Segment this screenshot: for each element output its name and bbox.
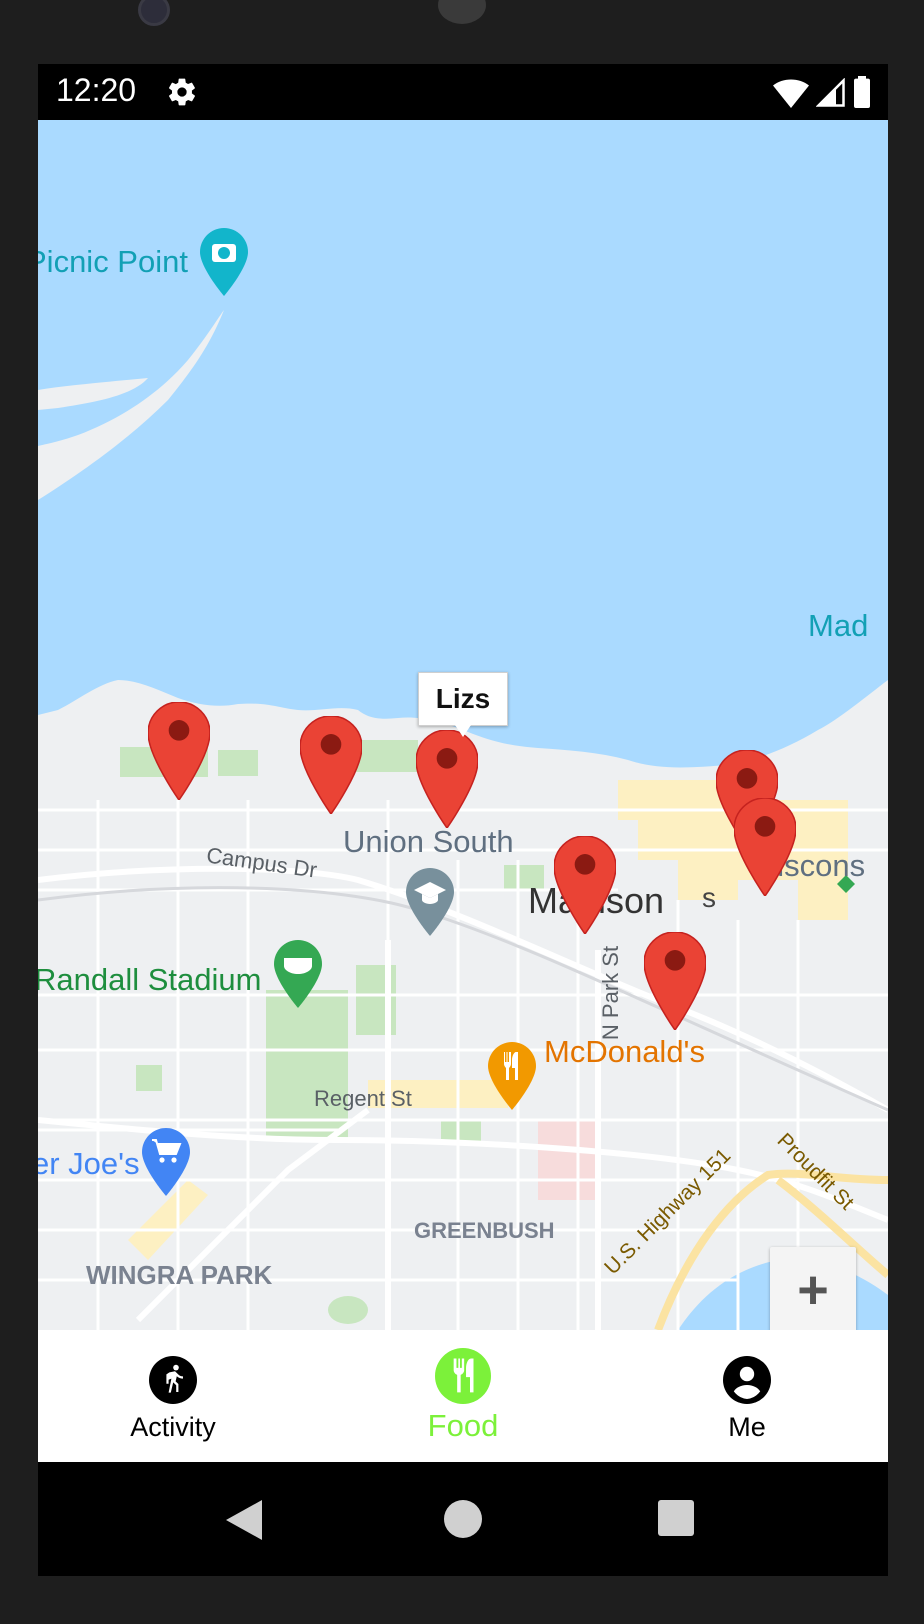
zoom-in-button[interactable]: +: [770, 1247, 856, 1333]
recents-icon[interactable]: [658, 1500, 694, 1536]
map-label-joes: er Joe's: [38, 1146, 140, 1181]
settings-gear-icon: [169, 78, 195, 106]
shopping-cart-poi-icon[interactable]: [142, 1128, 190, 1196]
map-marker[interactable]: [734, 798, 796, 896]
map-marker[interactable]: [554, 836, 616, 934]
lake-mendota: [38, 120, 888, 768]
map-label-mad: Mad: [808, 608, 869, 643]
map-label-madison-suffix: s: [702, 882, 716, 913]
nav-item-activity[interactable]: Activity: [73, 1330, 273, 1462]
map-view[interactable]: Picnic Point Mad Union South Campus Dr M…: [38, 120, 888, 1330]
map-marker[interactable]: [148, 702, 210, 800]
running-icon: [149, 1356, 197, 1404]
phone-bezel: 12:20 Picnic Point Mad Union South Campu…: [0, 0, 924, 1624]
phone-screen: 12:20 Picnic Point Mad Union South Campu…: [38, 64, 888, 1576]
map-label-mcdonalds: McDonald's: [544, 1034, 705, 1069]
front-camera: [138, 0, 170, 26]
map-label-n-park-st: N Park St: [598, 945, 624, 1041]
back-icon[interactable]: [226, 1500, 262, 1540]
map-label-regent-st: Regent St: [314, 1086, 412, 1111]
status-bar: 12:20: [38, 64, 888, 120]
selected-map-marker[interactable]: [416, 730, 478, 828]
marker-title: Lizs: [435, 683, 491, 714]
marker-info-window[interactable]: Lizs: [418, 672, 508, 737]
bottom-navigation: Activity Food Me: [38, 1330, 888, 1462]
map-label-picnic-point: Picnic Point: [38, 244, 188, 279]
restaurant-poi-icon[interactable]: [488, 1042, 536, 1110]
camera-poi-icon[interactable]: [200, 228, 248, 296]
status-time: 12:20: [56, 72, 137, 108]
account-circle-icon: [723, 1356, 771, 1404]
zoom-in-label: +: [797, 1260, 829, 1320]
map-marker[interactable]: [300, 716, 362, 814]
nav-label-food: Food: [427, 1408, 499, 1443]
home-icon[interactable]: [444, 1500, 482, 1538]
map-label-wingra-park: WINGRA PARK: [86, 1260, 273, 1290]
earpiece-speaker: [438, 0, 486, 24]
nav-item-me[interactable]: Me: [647, 1330, 847, 1462]
nav-label-me: Me: [728, 1412, 766, 1442]
battery-icon: [854, 76, 870, 108]
map-label-union-south: Union South: [343, 824, 514, 859]
nav-item-food[interactable]: Food: [363, 1330, 563, 1462]
status-icons: [772, 76, 872, 108]
system-navigation-bar: [38, 1462, 888, 1576]
graduation-cap-poi-icon[interactable]: [406, 868, 454, 936]
cell-signal-icon: [816, 78, 845, 107]
wifi-icon: [773, 79, 809, 108]
map-marker[interactable]: [644, 932, 706, 1030]
restaurant-icon: [435, 1348, 491, 1404]
map-label-randall-stadium: Randall Stadium: [38, 962, 262, 997]
map-label-greenbush: GREENBUSH: [414, 1218, 555, 1243]
stadium-poi-icon[interactable]: [274, 940, 322, 1008]
nav-label-activity: Activity: [130, 1412, 216, 1442]
